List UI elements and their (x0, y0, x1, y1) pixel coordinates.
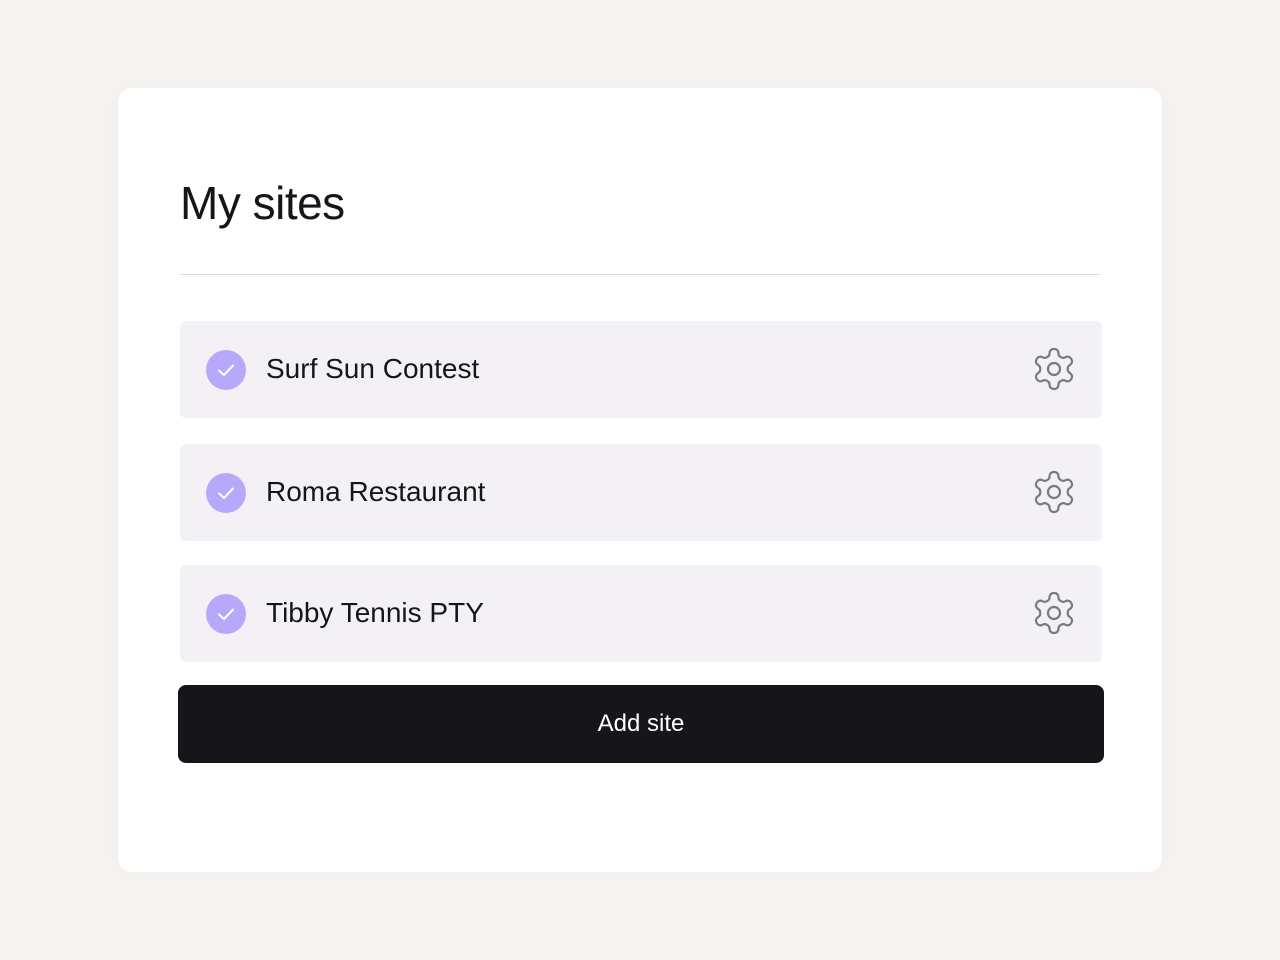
site-row[interactable]: Tibby Tennis PTY (180, 565, 1102, 662)
site-name: Tibby Tennis PTY (266, 597, 484, 628)
gear-icon[interactable] (1030, 468, 1078, 516)
site-row[interactable]: Roma Restaurant (180, 444, 1102, 541)
site-name: Surf Sun Contest (266, 353, 480, 384)
gear-icon[interactable] (1030, 345, 1078, 393)
add-site-button[interactable]: Add site (178, 685, 1104, 763)
site-row[interactable]: Surf Sun Contest (180, 321, 1102, 418)
check-circle-icon (206, 594, 246, 634)
gear-icon[interactable] (1030, 589, 1078, 637)
check-circle-icon (206, 350, 246, 390)
divider (180, 274, 1100, 275)
sites-card: My sites Surf Sun Contest Roma Restauran… (118, 88, 1162, 872)
site-name: Roma Restaurant (266, 476, 486, 507)
check-circle-icon (206, 473, 246, 513)
page-title: My sites (180, 177, 345, 229)
